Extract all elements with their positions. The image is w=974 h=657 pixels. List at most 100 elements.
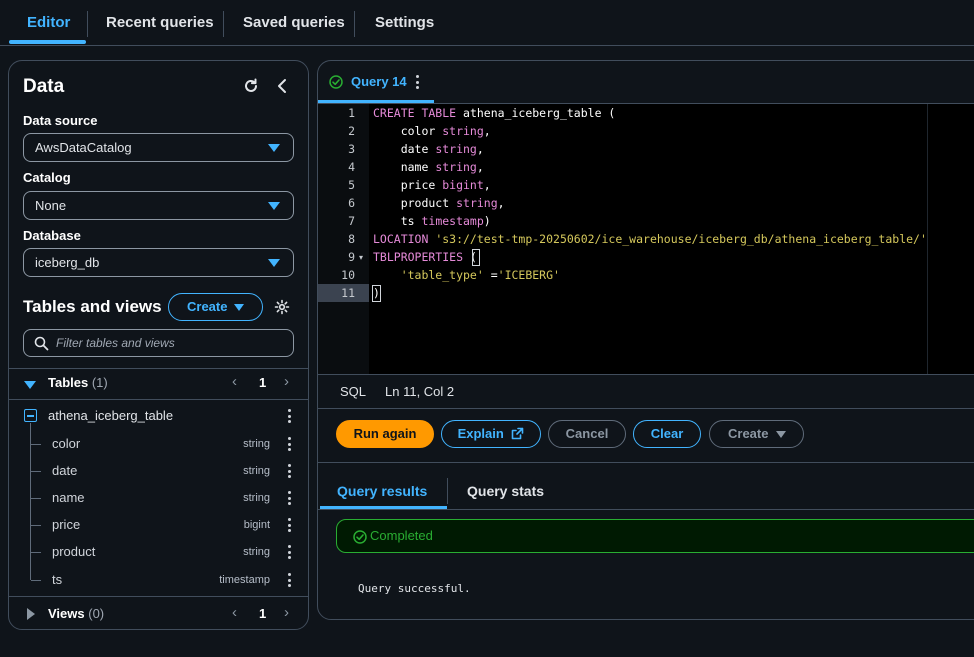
tab-separator	[447, 478, 448, 504]
views-page-number[interactable]: 1	[259, 606, 266, 621]
clear-button[interactable]: Clear	[633, 420, 701, 448]
code-line: price bigint,	[373, 178, 491, 192]
code-text: =	[483, 268, 498, 282]
editor-margin-line	[927, 104, 928, 374]
table-actions-kebab-icon[interactable]	[287, 409, 291, 423]
tables-label: Tables	[48, 375, 89, 390]
expand-views-icon[interactable]	[26, 607, 36, 620]
tables-and-views-title: Tables and views	[23, 297, 162, 316]
collapse-panel-icon[interactable]	[275, 78, 289, 94]
create-table-button[interactable]: Create	[168, 293, 263, 321]
previous-page-icon[interactable]: ‹	[232, 604, 237, 621]
tab-saved-queries[interactable]: Saved queries	[243, 14, 345, 31]
line-number: 11	[341, 286, 355, 300]
tree-line	[30, 423, 31, 580]
previous-page-icon[interactable]: ‹	[232, 373, 237, 390]
fold-chevron-icon[interactable]: ▾	[359, 253, 363, 262]
tab-separator	[223, 11, 224, 37]
column-actions-kebab-icon[interactable]	[287, 545, 291, 559]
line-number: 1	[348, 106, 355, 120]
tree-branch	[31, 580, 41, 581]
column-type: timestamp	[219, 574, 270, 586]
settings-gear-icon[interactable]	[274, 299, 290, 315]
code-line: 'table_type' ='ICEBERG'	[373, 268, 560, 282]
tree-branch	[31, 525, 41, 526]
explain-button[interactable]: Explain	[441, 420, 541, 448]
column-actions-kebab-icon[interactable]	[287, 491, 291, 505]
collapse-table-icon[interactable]	[24, 409, 37, 422]
table-name[interactable]: athena_iceberg_table	[48, 408, 173, 423]
column-actions-kebab-icon[interactable]	[287, 518, 291, 532]
catalog-value: None	[35, 198, 67, 213]
query-tab[interactable]: Query 14	[351, 74, 407, 89]
column-actions-kebab-icon[interactable]	[287, 464, 291, 478]
caret-down-icon	[776, 431, 786, 438]
line-number: 4	[348, 160, 355, 174]
code-text: ,	[483, 178, 491, 192]
code-line: LOCATION 's3://test-tmp-20250602/ice_war…	[373, 232, 927, 246]
code-text: ,	[483, 124, 491, 138]
tab-query-stats[interactable]: Query stats	[467, 483, 544, 499]
views-section-title[interactable]: Views (0)	[48, 606, 104, 621]
code-type: string	[428, 160, 477, 174]
code-line: date string,	[373, 142, 484, 156]
code-line: ts timestamp)	[373, 214, 491, 228]
tab-separator	[354, 11, 355, 37]
data-source-label: Data source	[23, 113, 98, 128]
column-actions-kebab-icon[interactable]	[287, 437, 291, 451]
tab-separator	[87, 11, 88, 37]
column-name: name	[52, 490, 85, 505]
column-name: date	[52, 463, 78, 478]
database-select[interactable]: iceberg_db	[23, 248, 294, 277]
code-type: string	[435, 124, 484, 138]
column-actions-kebab-icon[interactable]	[287, 573, 291, 587]
next-page-icon[interactable]: ›	[284, 373, 289, 390]
column-type: bigint	[243, 519, 270, 531]
tables-page-number[interactable]: 1	[259, 375, 266, 390]
tables-section-title[interactable]: Tables (1)	[48, 375, 108, 390]
code-text: ,	[497, 196, 505, 210]
code-line: name string,	[373, 160, 484, 174]
code-string: 's3://test-tmp-20250602/ice_warehouse/ic…	[428, 232, 927, 246]
code-keyword: TBLPROPERTIES	[373, 250, 464, 264]
code-text: ,	[476, 142, 484, 156]
catalog-select[interactable]: None	[23, 191, 294, 220]
divider	[9, 399, 308, 400]
create-button-label: Create	[187, 299, 228, 314]
query-tab-kebab-icon[interactable]	[415, 75, 419, 89]
tab-recent-queries[interactable]: Recent queries	[106, 14, 214, 31]
tree-branch	[31, 444, 41, 445]
active-tab-indicator	[9, 40, 86, 44]
views-label: Views	[48, 606, 85, 621]
filter-tables-input[interactable]	[56, 334, 286, 352]
column-name: product	[52, 544, 96, 559]
language-indicator: SQL	[340, 384, 367, 399]
tree-branch	[31, 471, 41, 472]
refresh-icon[interactable]	[242, 77, 260, 95]
tab-query-results[interactable]: Query results	[337, 483, 427, 499]
next-page-icon[interactable]: ›	[284, 604, 289, 621]
divider	[318, 462, 974, 463]
create-label: Create	[728, 426, 769, 441]
line-number: 9	[348, 250, 355, 264]
database-label: Database	[23, 228, 81, 243]
expand-tables-icon[interactable]	[24, 377, 36, 389]
caret-down-icon	[268, 259, 280, 267]
divider	[318, 509, 974, 510]
run-again-button[interactable]: Run again	[336, 420, 434, 448]
cancel-button[interactable]: Cancel	[548, 420, 626, 448]
column-type: string	[243, 492, 270, 504]
column-type: string	[243, 465, 270, 477]
tree-branch	[31, 498, 41, 499]
data-source-select[interactable]: AwsDataCatalog	[23, 133, 294, 162]
query-success-icon	[329, 75, 343, 89]
database-value: iceberg_db	[35, 255, 100, 270]
column-name: ts	[52, 572, 63, 587]
tab-settings[interactable]: Settings	[375, 14, 434, 31]
tab-editor[interactable]: Editor	[27, 14, 70, 31]
result-message: Query successful.	[358, 582, 471, 595]
code-line: TBLPROPERTIES (	[373, 250, 477, 264]
create-button[interactable]: Create	[709, 420, 804, 448]
code-line: product string,	[373, 196, 505, 210]
external-link-icon	[512, 427, 524, 440]
